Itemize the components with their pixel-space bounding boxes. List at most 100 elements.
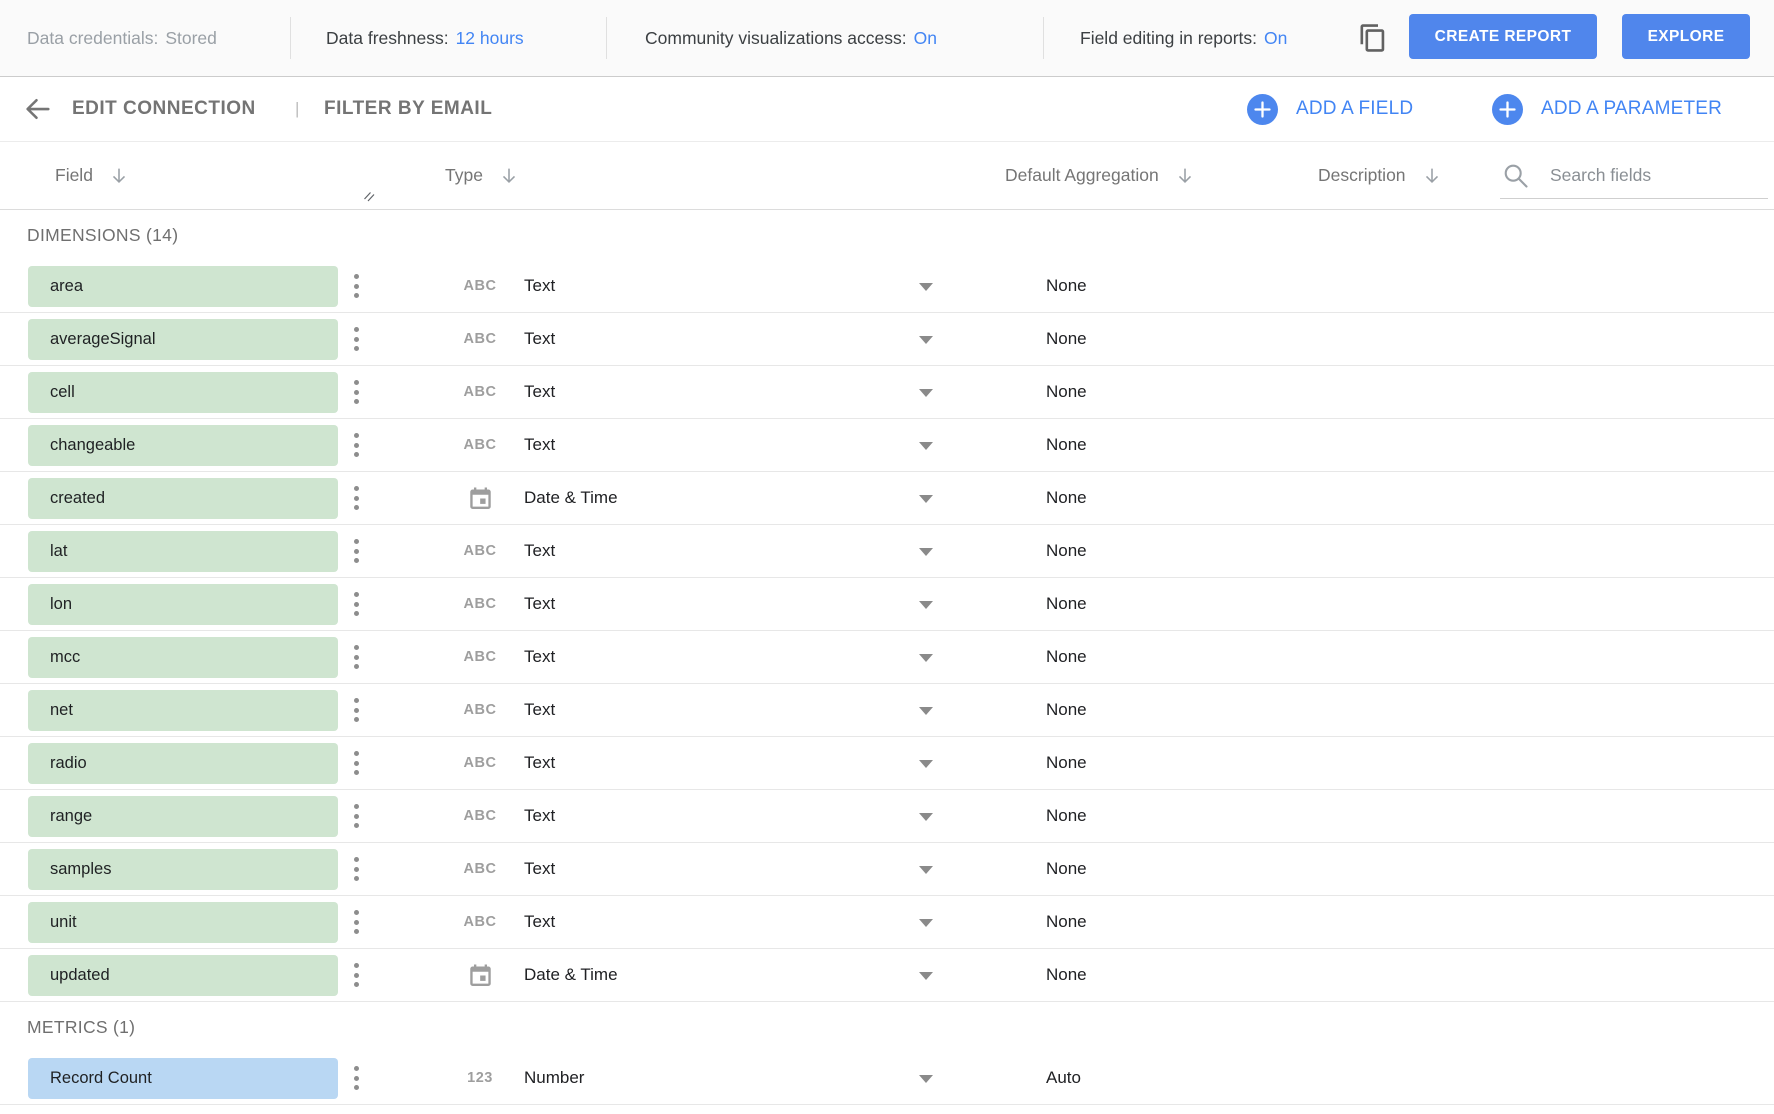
- more-options-icon[interactable]: [350, 747, 363, 779]
- type-dropdown-arrow-icon[interactable]: [919, 919, 933, 927]
- aggregation-value[interactable]: None: [1046, 647, 1087, 667]
- more-options-icon[interactable]: [350, 429, 363, 461]
- column-resize-handle[interactable]: [362, 188, 376, 209]
- column-header-aggregation[interactable]: Default Aggregation: [1005, 142, 1196, 209]
- data-credentials-status[interactable]: Data credentials: Stored: [27, 0, 217, 76]
- search-input[interactable]: [1550, 158, 1760, 192]
- table-row: range ABC Text None: [0, 790, 1774, 843]
- type-value[interactable]: Date & Time: [524, 488, 618, 508]
- field-chip[interactable]: created: [28, 478, 338, 519]
- field-chip[interactable]: range: [28, 796, 338, 837]
- type-dropdown-arrow-icon[interactable]: [919, 866, 933, 874]
- aggregation-value[interactable]: None: [1046, 435, 1087, 455]
- type-value[interactable]: Text: [524, 912, 555, 932]
- more-options-icon[interactable]: [350, 482, 363, 514]
- field-chip[interactable]: updated: [28, 955, 338, 996]
- aggregation-value[interactable]: Auto: [1046, 1068, 1081, 1088]
- type-value[interactable]: Text: [524, 435, 555, 455]
- type-value[interactable]: Text: [524, 806, 555, 826]
- more-options-icon[interactable]: [350, 800, 363, 832]
- aggregation-value[interactable]: None: [1046, 700, 1087, 720]
- more-options-icon[interactable]: [350, 694, 363, 726]
- copy-icon[interactable]: [1356, 21, 1390, 55]
- more-options-icon[interactable]: [350, 323, 363, 355]
- type-dropdown-arrow-icon[interactable]: [919, 442, 933, 450]
- column-header-description[interactable]: Description: [1318, 142, 1443, 209]
- type-dropdown-arrow-icon[interactable]: [919, 389, 933, 397]
- field-editing-value[interactable]: On: [1264, 28, 1287, 49]
- type-value[interactable]: Text: [524, 594, 555, 614]
- explore-button[interactable]: EXPLORE: [1622, 14, 1750, 59]
- more-options-icon[interactable]: [350, 1062, 363, 1094]
- type-dropdown-arrow-icon[interactable]: [919, 707, 933, 715]
- aggregation-value[interactable]: None: [1046, 965, 1087, 985]
- table-row: changeable ABC Text None: [0, 419, 1774, 472]
- field-chip[interactable]: cell: [28, 372, 338, 413]
- more-options-icon[interactable]: [350, 588, 363, 620]
- add-a-parameter-button[interactable]: ADD A PARAMETER: [1492, 77, 1722, 141]
- sort-arrow-icon[interactable]: [498, 165, 520, 187]
- create-report-button[interactable]: CREATE REPORT: [1409, 14, 1597, 59]
- type-dropdown-arrow-icon[interactable]: [919, 548, 933, 556]
- field-chip[interactable]: averageSignal: [28, 319, 338, 360]
- field-chip[interactable]: changeable: [28, 425, 338, 466]
- type-dropdown-arrow-icon[interactable]: [919, 336, 933, 344]
- type-value[interactable]: Text: [524, 753, 555, 773]
- add-a-field-button[interactable]: ADD A FIELD: [1247, 77, 1413, 141]
- type-value[interactable]: Text: [524, 700, 555, 720]
- type-dropdown-arrow-icon[interactable]: [919, 601, 933, 609]
- more-options-icon[interactable]: [350, 641, 363, 673]
- field-chip[interactable]: samples: [28, 849, 338, 890]
- data-freshness-value[interactable]: 12 hours: [456, 28, 524, 49]
- more-options-icon[interactable]: [350, 906, 363, 938]
- aggregation-value[interactable]: None: [1046, 594, 1087, 614]
- type-value[interactable]: Date & Time: [524, 965, 618, 985]
- field-chip[interactable]: net: [28, 690, 338, 731]
- type-dropdown-arrow-icon[interactable]: [919, 760, 933, 768]
- aggregation-value[interactable]: None: [1046, 806, 1087, 826]
- more-options-icon[interactable]: [350, 535, 363, 567]
- type-value[interactable]: Text: [524, 329, 555, 349]
- more-options-icon[interactable]: [350, 959, 363, 991]
- sort-arrow-icon[interactable]: [1421, 165, 1443, 187]
- type-dropdown-arrow-icon[interactable]: [919, 1075, 933, 1083]
- filter-by-email-button[interactable]: FILTER BY EMAIL: [324, 77, 492, 141]
- type-value[interactable]: Text: [524, 382, 555, 402]
- field-chip[interactable]: radio: [28, 743, 338, 784]
- type-dropdown-arrow-icon[interactable]: [919, 813, 933, 821]
- aggregation-value[interactable]: None: [1046, 276, 1087, 296]
- type-dropdown-arrow-icon[interactable]: [919, 283, 933, 291]
- more-options-icon[interactable]: [350, 853, 363, 885]
- aggregation-value[interactable]: None: [1046, 859, 1087, 879]
- type-value[interactable]: Text: [524, 647, 555, 667]
- aggregation-value[interactable]: None: [1046, 382, 1087, 402]
- field-chip[interactable]: lon: [28, 584, 338, 625]
- type-dropdown-arrow-icon[interactable]: [919, 495, 933, 503]
- type-dropdown-arrow-icon[interactable]: [919, 972, 933, 980]
- aggregation-value[interactable]: None: [1046, 488, 1087, 508]
- aggregation-value[interactable]: None: [1046, 541, 1087, 561]
- edit-connection-button[interactable]: EDIT CONNECTION: [72, 77, 256, 141]
- field-chip[interactable]: Record Count: [28, 1058, 338, 1099]
- column-header-type[interactable]: Type: [445, 142, 520, 209]
- field-chip[interactable]: unit: [28, 902, 338, 943]
- sort-arrow-icon[interactable]: [1174, 165, 1196, 187]
- aggregation-value[interactable]: None: [1046, 753, 1087, 773]
- type-value[interactable]: Text: [524, 859, 555, 879]
- field-chip[interactable]: area: [28, 266, 338, 307]
- aggregation-value[interactable]: None: [1046, 329, 1087, 349]
- type-dropdown-arrow-icon[interactable]: [919, 654, 933, 662]
- type-value[interactable]: Number: [524, 1068, 584, 1088]
- back-arrow-icon[interactable]: [22, 77, 52, 141]
- aggregation-value[interactable]: None: [1046, 912, 1087, 932]
- more-options-icon[interactable]: [350, 270, 363, 302]
- type-value[interactable]: Text: [524, 541, 555, 561]
- column-header-field[interactable]: Field: [55, 142, 130, 209]
- more-options-icon[interactable]: [350, 376, 363, 408]
- field-chip[interactable]: lat: [28, 531, 338, 572]
- data-freshness-status: Data freshness: 12 hours: [326, 0, 524, 76]
- community-viz-value[interactable]: On: [914, 28, 937, 49]
- field-chip[interactable]: mcc: [28, 637, 338, 678]
- sort-arrow-icon[interactable]: [108, 165, 130, 187]
- type-value[interactable]: Text: [524, 276, 555, 296]
